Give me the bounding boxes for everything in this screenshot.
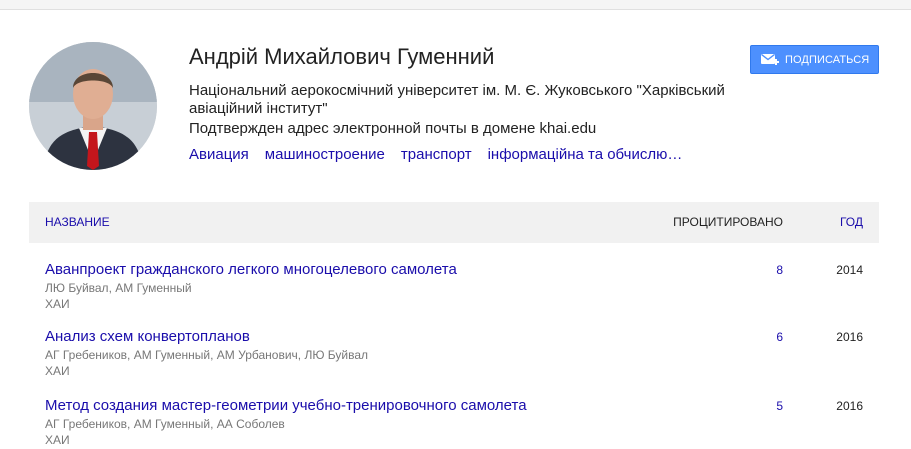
article-title-link[interactable]: Метод создания мастер-геометрии учебно-т… (45, 397, 527, 414)
table-row: Метод создания мастер-геометрии учебно-т… (29, 397, 879, 447)
top-bar (0, 0, 911, 10)
cited-by-header: ПРОЦИТИРОВАНО (673, 215, 783, 229)
profile-name: Андрій Михайлович Гуменний (189, 44, 495, 69)
cited-count-link[interactable]: 6 (776, 330, 783, 344)
profile-affiliation: Національний аерокосмічний університет і… (189, 82, 725, 117)
follow-button-label: ПОДПИСАТЬСЯ (785, 53, 870, 66)
article-title-link[interactable]: Аванпроект гражданского легкого многоцел… (45, 261, 457, 278)
article-venue: ХАИ (45, 364, 70, 378)
research-interests: Авиация машиностроение транспорт інформацій… (189, 146, 698, 163)
interest-link-aviation[interactable]: Авиация (189, 146, 249, 163)
profile-photo (29, 42, 157, 170)
article-authors: АГ Гребеников, АМ Гуменный, АМ Урбанович… (45, 348, 369, 362)
cited-count-link[interactable]: 8 (776, 263, 783, 277)
article-year: 2016 (836, 399, 863, 413)
avatar (29, 42, 157, 170)
interest-link-mechanical-engineering[interactable]: машиностроение (265, 146, 385, 163)
article-venue: ХАИ (45, 433, 70, 447)
article-year: 2016 (836, 330, 863, 344)
verified-email: Подтвержден адрес электронной почты в до… (189, 120, 597, 137)
article-authors: АГ Гребеников, АМ Гуменный, АА Соболев (45, 417, 285, 431)
cited-count-link[interactable]: 5 (776, 399, 783, 413)
article-venue: ХАИ (45, 297, 70, 311)
table-row: Аванпроект гражданского легкого многоцел… (29, 261, 879, 325)
table-row: Анализ схем конвертопланов АГ Гребеников… (29, 328, 879, 392)
interest-link-transport[interactable]: транспорт (401, 146, 472, 163)
interest-link-information-technology[interactable]: інформаційна та обчислю… (488, 146, 683, 163)
sort-by-year[interactable]: ГОД (840, 215, 863, 229)
mail-plus-icon (760, 52, 780, 68)
sort-by-title[interactable]: НАЗВАНИЕ (45, 215, 110, 229)
article-authors: ЛЮ Буйвал, АМ Гуменный (45, 281, 192, 295)
table-header: НАЗВАНИЕ ПРОЦИТИРОВАНО ГОД (29, 202, 879, 243)
article-title-link[interactable]: Анализ схем конвертопланов (45, 328, 250, 345)
follow-button[interactable]: ПОДПИСАТЬСЯ (750, 45, 879, 74)
article-year: 2014 (836, 263, 863, 277)
